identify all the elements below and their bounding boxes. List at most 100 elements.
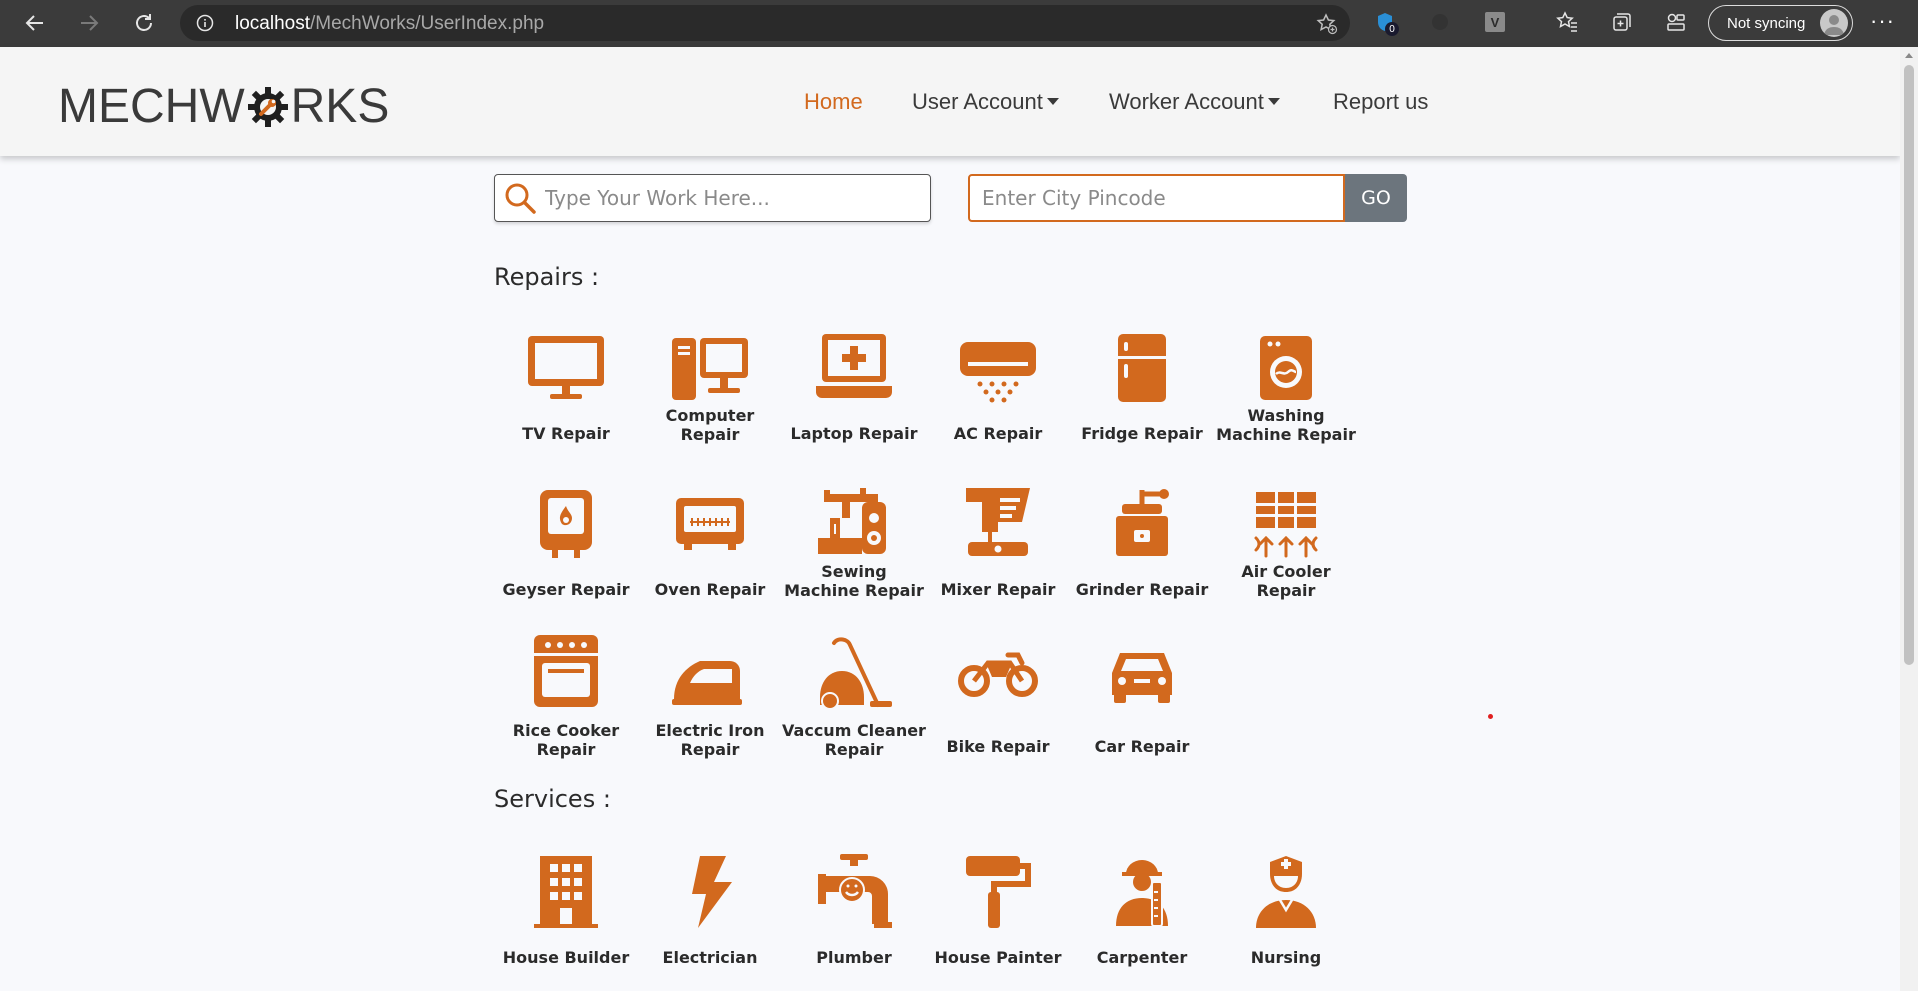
tile-air-cooler-repair[interactable]: Air Cooler Repair bbox=[1214, 484, 1358, 604]
extension-shield[interactable]: 0 bbox=[1373, 10, 1399, 36]
tile-label: Vaccum Cleaner Repair bbox=[782, 721, 926, 759]
pincode-box bbox=[968, 174, 1345, 222]
scroll-up-arrow-icon[interactable] bbox=[1905, 53, 1913, 58]
browser-toolbar: localhost/MechWorks/UserIndex.php 0 V No… bbox=[0, 0, 1918, 47]
tile-label: Geyser Repair bbox=[502, 580, 630, 599]
url-host: localhost bbox=[235, 13, 310, 34]
tile-house-painter[interactable]: House Painter bbox=[926, 852, 1070, 972]
tile-car-repair[interactable]: Car Repair bbox=[1070, 633, 1214, 756]
tile-house-builder[interactable]: House Builder bbox=[494, 852, 638, 972]
forward-arrow-icon bbox=[81, 15, 99, 31]
mixer-icon bbox=[958, 484, 1038, 564]
dark-extension-icon bbox=[1432, 14, 1448, 30]
tile-oven-repair[interactable]: Oven Repair bbox=[638, 484, 782, 604]
fridge-icon bbox=[1102, 328, 1182, 408]
bike-icon bbox=[958, 633, 1038, 713]
forward-button[interactable] bbox=[73, 7, 105, 39]
tile-label: Sewing Machine Repair bbox=[784, 562, 924, 600]
search-icon bbox=[505, 183, 536, 214]
tile-label: Rice Cooker Repair bbox=[512, 721, 620, 759]
iron-icon bbox=[670, 633, 750, 713]
paint-roller-icon bbox=[958, 852, 1038, 932]
tile-label: Electrician bbox=[662, 948, 758, 967]
tile-nursing[interactable]: Nursing bbox=[1214, 852, 1358, 972]
car-icon bbox=[1102, 633, 1182, 713]
tile-geyser-repair[interactable]: Geyser Repair bbox=[494, 484, 638, 604]
tile-label: Plumber bbox=[816, 948, 892, 967]
tile-carpenter[interactable]: Carpenter bbox=[1070, 852, 1214, 972]
scroll-thumb[interactable] bbox=[1904, 65, 1914, 665]
info-icon[interactable] bbox=[196, 14, 214, 32]
tile-electric-iron-repair[interactable]: Electric Iron Repair bbox=[638, 633, 782, 759]
work-search-input[interactable] bbox=[545, 175, 925, 220]
tile-sewing-machine-repair[interactable]: Sewing Machine Repair bbox=[782, 484, 926, 604]
caret-down-icon bbox=[1267, 98, 1280, 105]
tile-label: TV Repair bbox=[522, 424, 610, 443]
cursor-dot bbox=[1488, 714, 1493, 719]
extension-v[interactable]: V bbox=[1483, 10, 1507, 34]
page-scrollbar[interactable] bbox=[1900, 47, 1918, 991]
nav-worker-account[interactable]: Worker Account bbox=[1109, 89, 1280, 115]
tile-label: Bike Repair bbox=[946, 737, 1050, 756]
tile-mixer-repair[interactable]: Mixer Repair bbox=[926, 484, 1070, 604]
logo-text-right: RKS bbox=[290, 80, 390, 133]
geyser-icon bbox=[526, 484, 606, 564]
v-extension-icon: V bbox=[1485, 12, 1505, 32]
tile-label: Oven Repair bbox=[654, 580, 766, 599]
tile-bike-repair[interactable]: Bike Repair bbox=[926, 633, 1070, 756]
pincode-input[interactable] bbox=[982, 176, 1332, 220]
tile-laptop-repair[interactable]: Laptop Repair bbox=[782, 328, 926, 448]
extension-dark[interactable] bbox=[1428, 10, 1452, 34]
nav-home[interactable]: Home bbox=[804, 89, 863, 115]
settings-menu-button[interactable]: ··· bbox=[1870, 8, 1895, 34]
building-icon bbox=[526, 852, 606, 932]
ac-icon bbox=[958, 328, 1038, 408]
address-bar[interactable]: localhost/MechWorks/UserIndex.php bbox=[180, 5, 1350, 41]
tile-label: Electric Iron Repair bbox=[655, 721, 765, 759]
tile-plumber[interactable]: Plumber bbox=[782, 852, 926, 972]
grinder-icon bbox=[1102, 484, 1182, 564]
extensions-puzzle-icon bbox=[1667, 13, 1685, 31]
url-text: localhost/MechWorks/UserIndex.php bbox=[235, 13, 544, 35]
mechworks-logo[interactable]: MECHW RKS bbox=[58, 79, 389, 134]
tile-tv-repair[interactable]: TV Repair bbox=[494, 328, 638, 448]
refresh-button[interactable] bbox=[128, 7, 160, 39]
tile-label: Air Cooler Repair bbox=[1241, 562, 1331, 600]
nav-worker-account-label: Worker Account bbox=[1109, 89, 1264, 114]
nav-user-account[interactable]: User Account bbox=[912, 89, 1059, 115]
sync-button[interactable]: Not syncing bbox=[1708, 5, 1853, 41]
tile-grinder-repair[interactable]: Grinder Repair bbox=[1070, 484, 1214, 604]
rice-cooker-icon bbox=[526, 633, 606, 713]
go-button[interactable]: GO bbox=[1345, 174, 1407, 222]
nav-report-us[interactable]: Report us bbox=[1333, 89, 1428, 115]
collections-icon bbox=[1613, 13, 1631, 31]
tile-label: Laptop Repair bbox=[790, 424, 918, 443]
tile-label: House Builder bbox=[502, 948, 630, 967]
sewing-machine-icon bbox=[814, 484, 894, 564]
add-favorite-icon[interactable] bbox=[1316, 13, 1338, 35]
laptop-icon bbox=[814, 328, 894, 408]
tile-vacuum-cleaner-repair[interactable]: Vaccum Cleaner Repair bbox=[782, 633, 926, 759]
back-button[interactable] bbox=[19, 7, 51, 39]
extension-badge: 0 bbox=[1385, 22, 1399, 36]
tile-ac-repair[interactable]: AC Repair bbox=[926, 328, 1070, 448]
sync-label: Not syncing bbox=[1727, 14, 1806, 32]
nurse-icon bbox=[1246, 852, 1326, 932]
collections-button[interactable] bbox=[1610, 10, 1634, 34]
tile-label: Mixer Repair bbox=[940, 580, 1056, 599]
tile-computer-repair[interactable]: Computer Repair bbox=[638, 328, 782, 448]
tile-label: Washing Machine Repair bbox=[1216, 406, 1356, 444]
tile-rice-cooker-repair[interactable]: Rice Cooker Repair bbox=[494, 633, 638, 759]
extensions-button[interactable] bbox=[1664, 10, 1688, 34]
favorites-button[interactable] bbox=[1555, 10, 1579, 34]
tile-label: Grinder Repair bbox=[1075, 580, 1209, 599]
tile-electrician[interactable]: Electrician bbox=[638, 852, 782, 972]
lightning-icon bbox=[670, 852, 750, 932]
site-header: MECHW RKS Home User Account Worker Accou… bbox=[0, 47, 1900, 156]
tile-label: Computer Repair bbox=[665, 406, 755, 444]
tile-label: Car Repair bbox=[1094, 737, 1190, 756]
tile-fridge-repair[interactable]: Fridge Repair bbox=[1070, 328, 1214, 448]
repairs-title: Repairs : bbox=[494, 263, 600, 291]
tile-washing-machine-repair[interactable]: Washing Machine Repair bbox=[1214, 328, 1358, 448]
tv-icon bbox=[526, 328, 606, 408]
